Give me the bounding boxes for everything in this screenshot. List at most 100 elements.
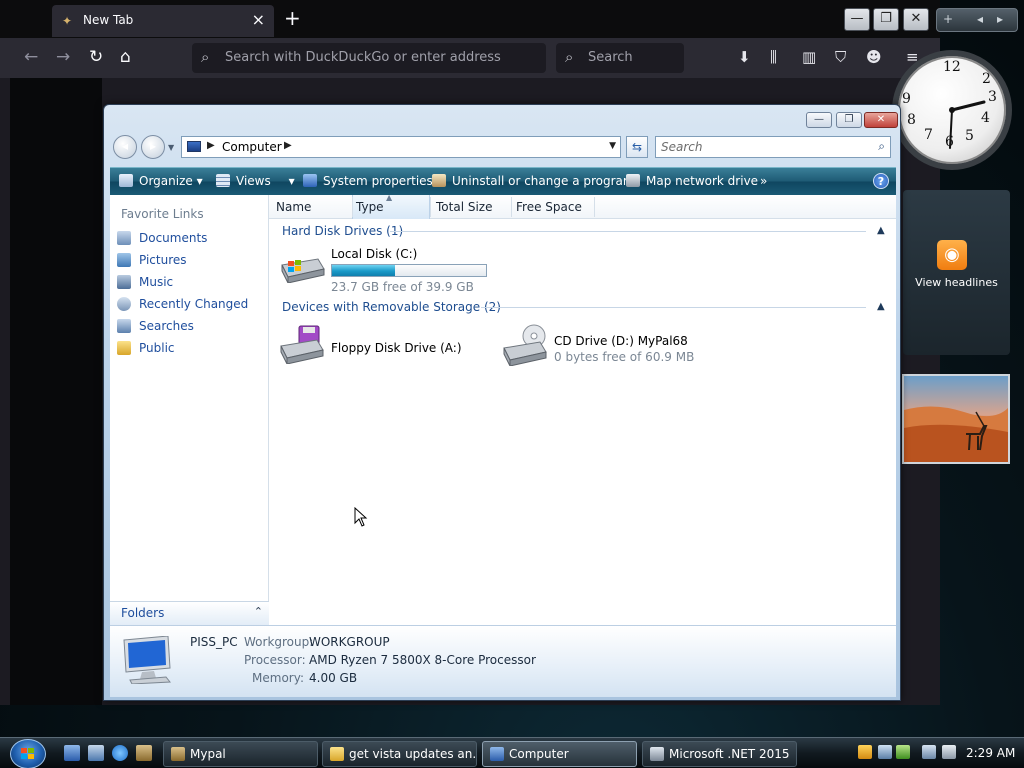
computer-monitor-icon: [123, 636, 171, 684]
nav-link-label: Pictures: [139, 253, 187, 267]
browser-search-field[interactable]: ⌕ Search: [556, 43, 684, 73]
nav-link-public[interactable]: Public: [117, 341, 267, 359]
security-shield-icon[interactable]: [858, 745, 872, 759]
map-network-drive-button[interactable]: Map network drive: [626, 174, 758, 188]
documents-icon: [117, 231, 131, 245]
floppy-drive-icon: [280, 325, 324, 364]
views-button[interactable]: Views ▾: [216, 174, 295, 188]
system-properties-button[interactable]: System properties: [303, 174, 433, 188]
start-button[interactable]: [10, 739, 46, 768]
nav-link-recently-changed[interactable]: Recently Changed: [117, 297, 267, 315]
forward-button[interactable]: ▸: [141, 135, 165, 159]
network-icon[interactable]: [896, 745, 910, 759]
taskbar-button-computer[interactable]: Computer: [482, 741, 637, 767]
next-gadget-icon[interactable]: ▸: [997, 12, 1003, 26]
collapse-group-chevron-icon[interactable]: ▲: [877, 301, 885, 312]
ublock-shield-icon[interactable]: ⛉: [835, 48, 846, 66]
address-dropdown-icon[interactable]: ▼: [609, 141, 616, 151]
command-bar: Organize ▾ Views ▾ System properties Uni…: [110, 167, 896, 195]
mypal-quicklaunch-icon[interactable]: [136, 745, 152, 761]
new-tab-plus-icon[interactable]: +: [284, 6, 301, 30]
volume-muted-icon[interactable]: [942, 745, 956, 759]
rss-icon: ◉: [937, 240, 967, 270]
taskbar-button-dotnet[interactable]: Microsoft .NET 2015: [642, 741, 797, 767]
taskbar-clock[interactable]: 2:29 AM: [966, 746, 1015, 760]
breadcrumb-computer[interactable]: Computer: [222, 140, 282, 154]
breadcrumb-arrow-icon[interactable]: ▶: [284, 140, 292, 151]
more-commands-chevron-icon[interactable]: »: [760, 174, 767, 188]
view-headlines-label[interactable]: View headlines: [903, 276, 1010, 289]
home-icon[interactable]: ⌂: [120, 47, 131, 67]
nav-link-documents[interactable]: Documents: [117, 231, 267, 249]
column-divider[interactable]: [352, 197, 353, 217]
taskbar-button-vista-updates[interactable]: get vista updates an...: [322, 741, 477, 767]
nav-link-pictures[interactable]: Pictures: [117, 253, 267, 271]
windows-update-icon[interactable]: [878, 745, 892, 759]
search-icon: ⌕: [201, 48, 210, 66]
system-properties-label: System properties: [323, 174, 433, 188]
refresh-button[interactable]: ⇆: [626, 136, 648, 158]
back-button[interactable]: ◂: [113, 135, 137, 159]
browser-minimize-button[interactable]: —: [844, 8, 870, 31]
taskbar-button-mypal[interactable]: Mypal: [163, 741, 318, 767]
slideshow-gadget[interactable]: [902, 374, 1010, 464]
nav-link-searches[interactable]: Searches: [117, 319, 267, 337]
column-divider[interactable]: [594, 197, 595, 217]
extension-icon[interactable]: ☻: [866, 48, 882, 66]
column-header-free-space[interactable]: Free Space: [516, 200, 582, 214]
add-gadget-icon[interactable]: +: [943, 12, 953, 26]
network-connection-icon[interactable]: [922, 745, 936, 759]
url-bar[interactable]: ⌕ Search with DuckDuckGo or enter addres…: [192, 43, 546, 73]
show-desktop-icon[interactable]: [64, 745, 80, 761]
browser-maximize-button[interactable]: ❐: [873, 8, 899, 31]
column-header-type[interactable]: Type: [356, 200, 384, 214]
drive-free-space: 23.7 GB free of 39.9 GB: [331, 280, 474, 294]
folders-label: Folders: [121, 606, 165, 620]
column-divider[interactable]: [430, 197, 431, 217]
details-pane: PISS_PC Workgroup: WORKGROUP Processor: …: [110, 625, 896, 697]
computer-explorer-window: — ❐ ✕ ◂ ▸ ▼ ▶ Computer ▶ ▼ ⇆ Search ⌕ Or…: [103, 104, 901, 701]
views-dropdown-icon[interactable]: ▾: [289, 174, 295, 188]
browser-tab[interactable]: ✦ New Tab ×: [52, 5, 274, 37]
browser-close-button[interactable]: ✕: [903, 8, 929, 31]
back-arrow-icon[interactable]: ←: [24, 47, 38, 67]
recent-pages-chevron-icon[interactable]: ▼: [168, 143, 174, 152]
mouse-pointer-icon: [354, 507, 368, 527]
organize-button[interactable]: Organize ▾: [119, 174, 203, 188]
browser-toolbar: ← → ↻ ⌂ ⌕ Search with DuckDuckGo or ente…: [0, 38, 940, 78]
minimize-button[interactable]: —: [806, 112, 832, 128]
internet-explorer-icon[interactable]: [112, 745, 128, 761]
column-header-total-size[interactable]: Total Size: [436, 200, 492, 214]
search-input[interactable]: Search ⌕: [655, 136, 891, 158]
help-icon[interactable]: ?: [873, 173, 889, 189]
sidebar-icon[interactable]: ▥: [802, 48, 816, 66]
navigation-pane: Favorite Links Documents Pictures Music …: [110, 195, 269, 625]
previous-gadget-icon[interactable]: ◂: [977, 12, 983, 26]
column-divider[interactable]: [511, 197, 512, 217]
processor-label: Processor:: [244, 653, 306, 667]
feed-headlines-gadget[interactable]: ◉ View headlines: [903, 190, 1010, 355]
workgroup-label: Workgroup:: [244, 635, 314, 649]
reload-icon[interactable]: ↻: [89, 47, 103, 67]
column-header-name[interactable]: Name: [276, 200, 311, 214]
oryx-photo-icon: [904, 406, 1008, 462]
maximize-button[interactable]: ❐: [836, 112, 862, 128]
close-tab-icon[interactable]: ×: [252, 10, 265, 29]
search-icon[interactable]: ⌕: [878, 139, 885, 154]
library-icon[interactable]: ⫼: [770, 48, 777, 66]
forward-arrow-icon[interactable]: →: [56, 47, 70, 67]
group-header-hard-disk-drives[interactable]: Hard Disk Drives (1): [282, 224, 403, 238]
breadcrumb-arrow-icon[interactable]: ▶: [207, 140, 215, 151]
folders-toggle[interactable]: Folders ⌃: [110, 601, 269, 625]
nav-link-music[interactable]: Music: [117, 275, 267, 293]
group-header-removable-storage[interactable]: Devices with Removable Storage (2): [282, 300, 501, 314]
close-button[interactable]: ✕: [864, 112, 898, 128]
chevron-up-icon: ⌃: [253, 605, 263, 618]
uninstall-program-button[interactable]: Uninstall or change a program: [432, 174, 635, 188]
address-bar[interactable]: ▶ Computer ▶ ▼: [181, 136, 621, 158]
collapse-group-chevron-icon[interactable]: ▲: [877, 225, 885, 236]
drive-usage-fill: [332, 265, 396, 276]
switch-windows-icon[interactable]: [88, 745, 104, 761]
downloads-icon[interactable]: ⬇: [738, 48, 751, 66]
url-bar-placeholder: Search with DuckDuckGo or enter address: [225, 50, 501, 65]
